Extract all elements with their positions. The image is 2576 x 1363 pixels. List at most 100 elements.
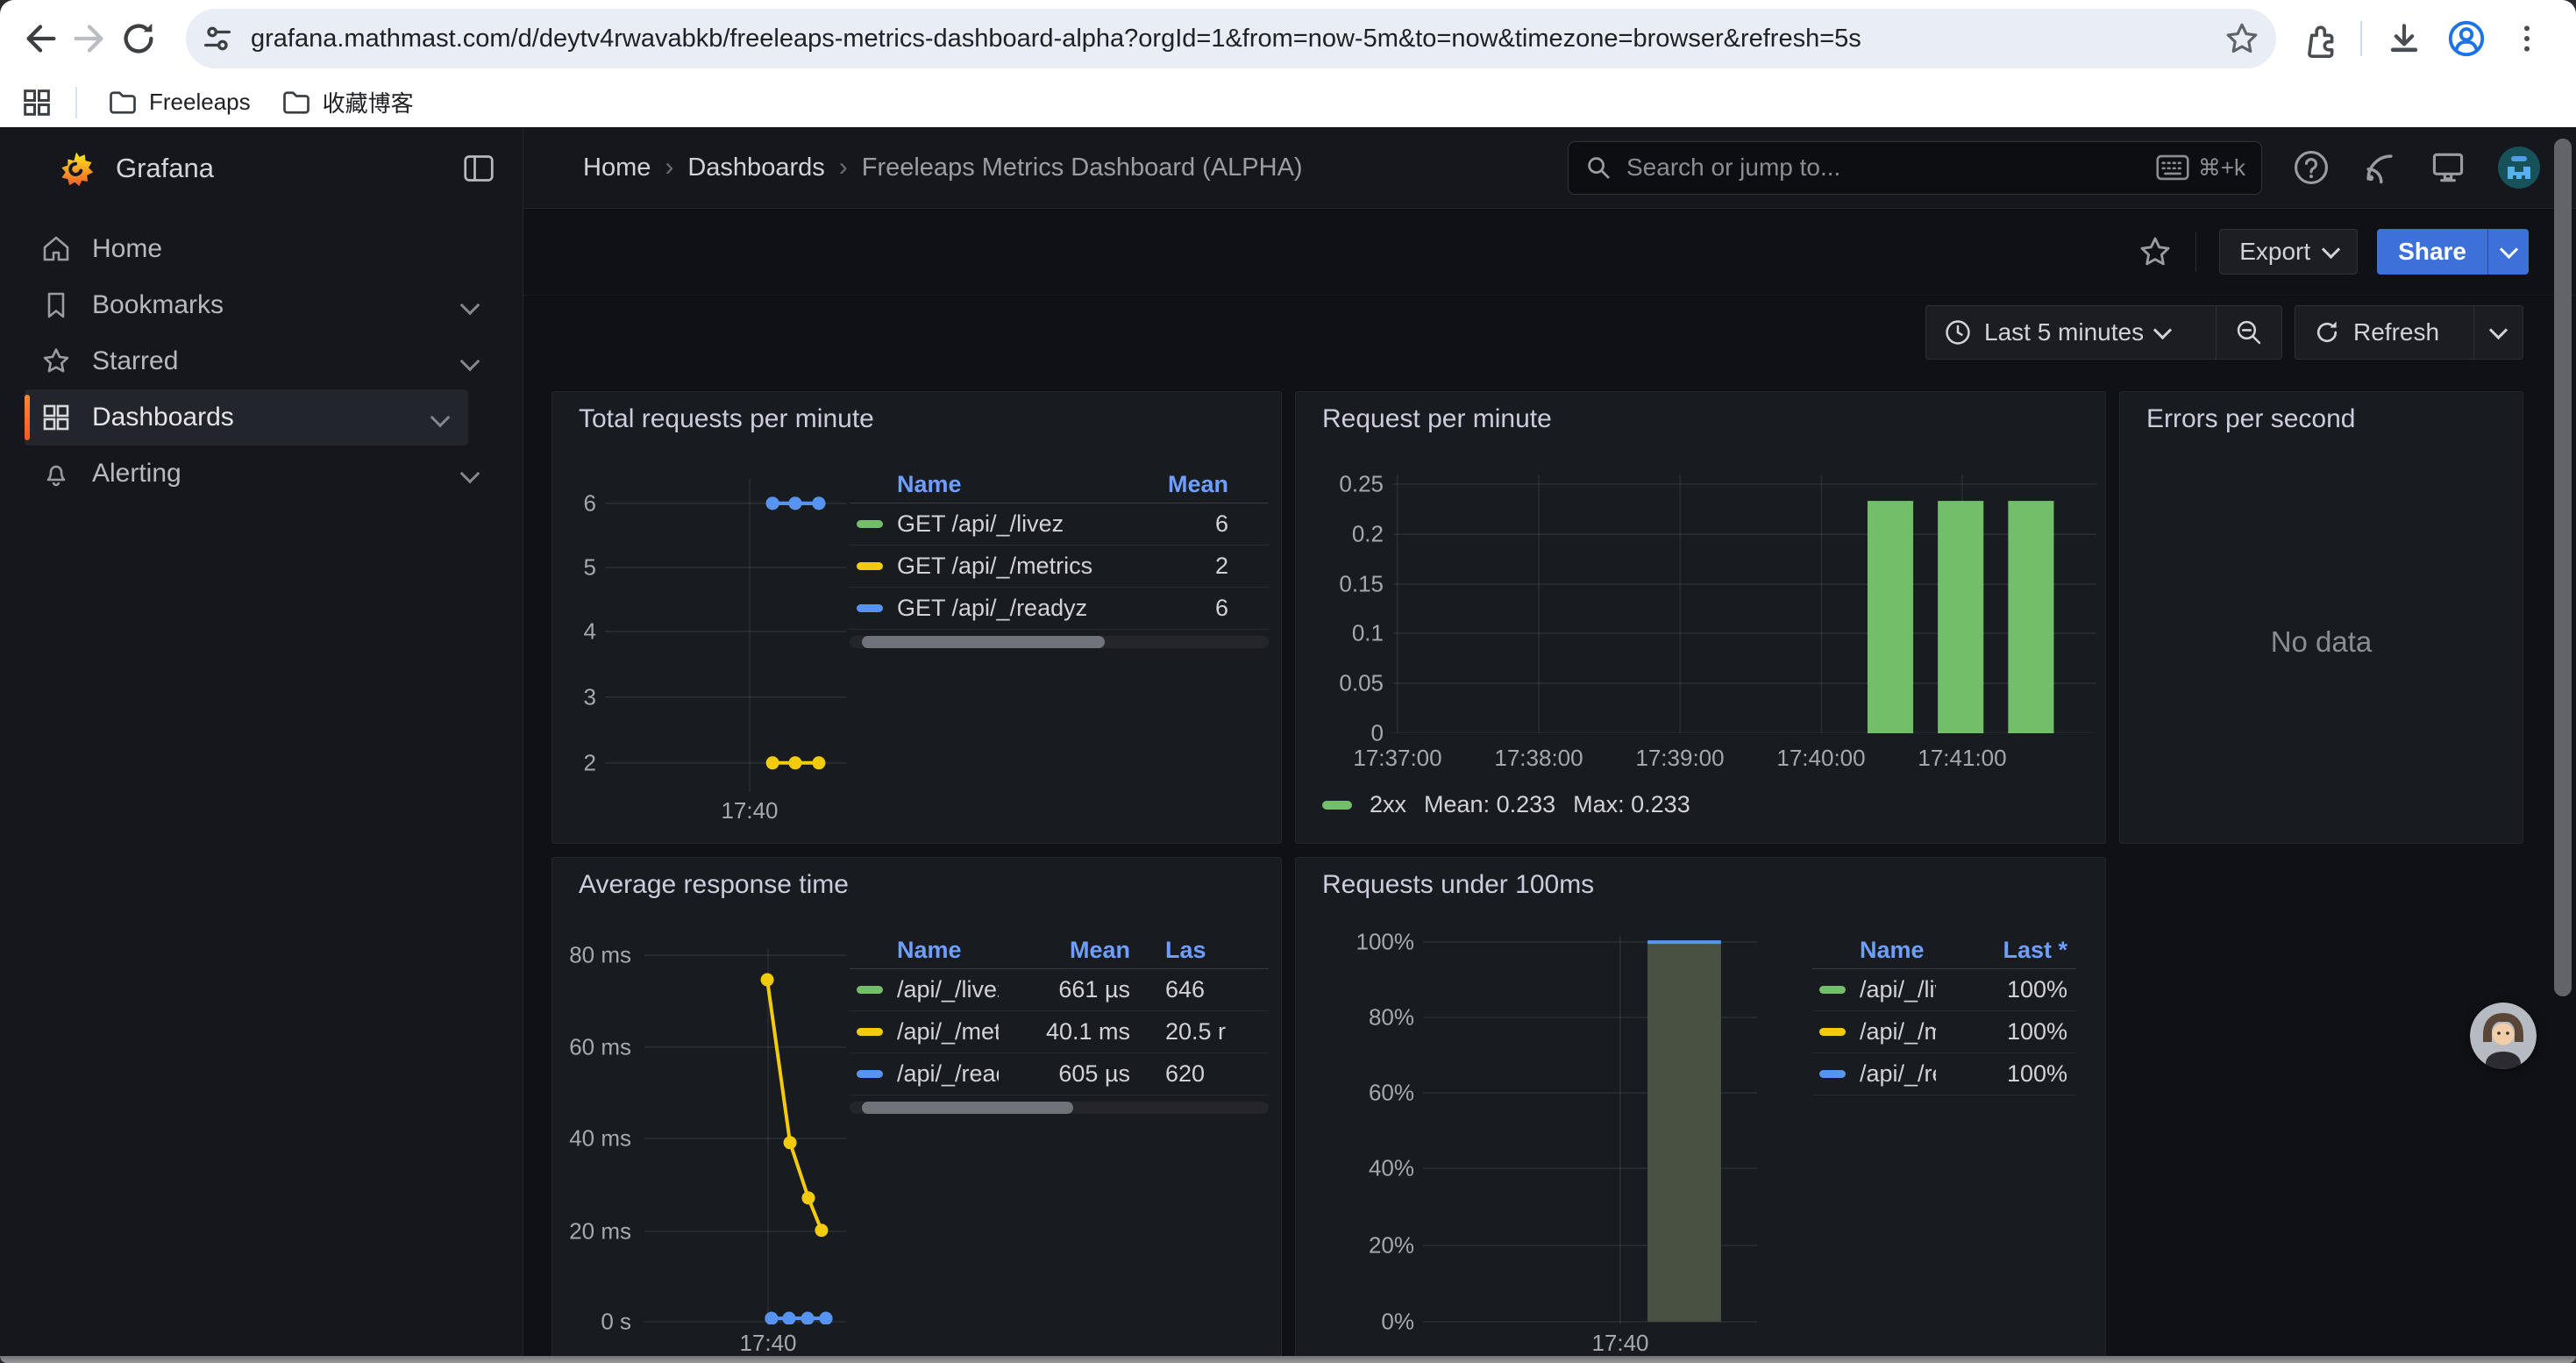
series-swatch[interactable]: [857, 1070, 883, 1078]
chevron-down-icon[interactable]: [460, 296, 480, 316]
export-button[interactable]: Export: [2219, 229, 2358, 275]
series-name[interactable]: GET /api/_/livez: [897, 510, 1109, 538]
panel-title[interactable]: Request per minute: [1322, 404, 1552, 434]
series-swatch[interactable]: [1819, 986, 1846, 994]
legend-header-last[interactable]: Last *: [1936, 937, 2076, 964]
y-tick: 0.25: [1300, 471, 1384, 498]
help-icon[interactable]: [2292, 148, 2330, 187]
sidebar-item-home[interactable]: Home: [0, 221, 523, 277]
series-swatch[interactable]: [857, 1028, 883, 1036]
time-range-button[interactable]: Last 5 minutes: [1926, 306, 2216, 359]
legend-header-last[interactable]: Las: [1139, 937, 1269, 964]
legend-scrollbar[interactable]: [850, 1102, 1269, 1114]
legend-row[interactable]: /api/_/metrics 40.1 ms 20.5 r: [850, 1011, 1269, 1053]
legend-row[interactable]: /api/_/livez 100%: [1812, 969, 2076, 1011]
apps-grid-icon[interactable]: [19, 85, 54, 120]
series-name[interactable]: /api/_/livez: [1860, 976, 1936, 1003]
panel-title[interactable]: Errors per second: [2146, 404, 2355, 434]
series-name[interactable]: /api/_/metrics: [1860, 1018, 1936, 1045]
back-button[interactable]: [16, 14, 65, 63]
dock-sidebar-button[interactable]: [463, 153, 495, 188]
scrollbar-thumb[interactable]: [862, 636, 1105, 648]
sidebar-item-dashboards[interactable]: Dashboards: [25, 389, 468, 446]
bar-chart[interactable]: [1393, 475, 2096, 733]
series-swatch[interactable]: [857, 520, 883, 528]
chevron-down-icon[interactable]: [431, 408, 451, 428]
series-name[interactable]: /api/_/metrics: [897, 1018, 999, 1045]
series-swatch[interactable]: [857, 986, 883, 994]
search-box[interactable]: ⌘+k: [1568, 141, 2262, 195]
panel-errors-per-second[interactable]: Errors per second No data: [2119, 391, 2523, 844]
legend-row[interactable]: /api/_/readyz 605 µs 620: [850, 1053, 1269, 1095]
legend-row[interactable]: /api/_/readyz 100%: [1812, 1053, 2076, 1095]
share-menu-button[interactable]: [2487, 229, 2529, 275]
legend-header-name[interactable]: Name: [850, 937, 999, 964]
series-name[interactable]: GET /api/_/readyz: [897, 595, 1109, 622]
legend-row[interactable]: GET /api/_/metrics 2: [850, 546, 1269, 588]
timeseries-chart[interactable]: [605, 479, 846, 792]
legend-row[interactable]: /api/_/metrics 100%: [1812, 1011, 2076, 1053]
sidebar-item-alerting[interactable]: Alerting: [0, 446, 523, 502]
scrollbar-thumb[interactable]: [862, 1102, 1073, 1114]
share-button[interactable]: Share: [2377, 229, 2487, 275]
legend-row[interactable]: GET /api/_/readyz 6: [850, 588, 1269, 630]
profile-icon[interactable]: [2446, 18, 2487, 59]
panel-title[interactable]: Average response time: [579, 870, 849, 900]
series-swatch[interactable]: [1819, 1028, 1846, 1036]
panel-title[interactable]: Requests under 100ms: [1322, 870, 1594, 900]
zoom-out-button[interactable]: [2217, 306, 2281, 359]
legend-row[interactable]: GET /api/_/livez 6: [850, 503, 1269, 546]
browser-menu-icon[interactable]: [2509, 19, 2544, 58]
kiosk-monitor-icon[interactable]: [2429, 148, 2467, 187]
favorite-star-icon[interactable]: [2138, 234, 2173, 269]
page-scrollbar[interactable]: [2554, 139, 2572, 996]
brand-name[interactable]: Grafana: [116, 153, 214, 184]
forward-button[interactable]: [65, 14, 114, 63]
refresh-interval-button[interactable]: [2474, 306, 2523, 359]
legend-scrollbar[interactable]: [850, 636, 1269, 648]
legend-row[interactable]: /api/_/livez 661 µs 646: [850, 969, 1269, 1011]
legend-header-name[interactable]: Name: [850, 471, 1109, 498]
grafana-logo[interactable]: [58, 150, 95, 187]
user-avatar[interactable]: [2497, 146, 2541, 189]
sidebar-item-starred[interactable]: Starred: [0, 333, 523, 389]
refresh-button[interactable]: Refresh: [2295, 306, 2473, 359]
legend-line[interactable]: 2xx Mean: 0.233 Max: 0.233: [1322, 791, 1690, 818]
address-bar[interactable]: grafana.mathmast.com/d/deytv4rwavabkb/fr…: [186, 9, 2276, 68]
downloads-icon[interactable]: [2385, 19, 2423, 58]
series-name[interactable]: /api/_/livez: [897, 976, 999, 1003]
bookmark-folder-freeleaps[interactable]: Freeleaps: [107, 87, 251, 118]
bar-chart[interactable]: [1423, 936, 1757, 1324]
legend-header-name[interactable]: Name: [1812, 937, 1936, 964]
reload-button[interactable]: [114, 14, 163, 63]
panel-average-response-time[interactable]: Average response time 80 ms 60 ms 40 ms …: [551, 857, 1282, 1363]
series-swatch[interactable]: [857, 562, 883, 570]
search-input[interactable]: [1625, 153, 2156, 182]
chevron-down-icon[interactable]: [460, 464, 480, 484]
series-swatch[interactable]: [857, 604, 883, 612]
series-name[interactable]: /api/_/readyz: [1860, 1060, 1936, 1088]
sidebar-item-bookmarks[interactable]: Bookmarks: [0, 277, 523, 333]
bookmark-folder-blogs[interactable]: 收藏博客: [281, 86, 414, 118]
legend-header-mean[interactable]: Mean: [1109, 471, 1269, 498]
news-rss-icon[interactable]: [2360, 148, 2399, 187]
site-settings-icon[interactable]: [200, 21, 235, 56]
legend-header-mean[interactable]: Mean: [999, 937, 1139, 964]
series-name[interactable]: GET /api/_/metrics: [897, 553, 1109, 580]
bookmark-star-icon[interactable]: [2224, 20, 2260, 57]
panel-request-per-minute[interactable]: Request per minute 0.25 0.2 0.15 0.1 0.0…: [1295, 391, 2106, 844]
chevron-down-icon[interactable]: [460, 352, 480, 372]
series-swatch[interactable]: [1819, 1070, 1846, 1078]
panel-title[interactable]: Total requests per minute: [579, 404, 874, 434]
breadcrumb-dashboards[interactable]: Dashboards: [687, 153, 824, 182]
series-swatch[interactable]: [1322, 801, 1352, 810]
extensions-icon[interactable]: [2299, 19, 2338, 58]
panel-requests-under-100ms[interactable]: Requests under 100ms 100% 80% 60% 40% 20…: [1295, 857, 2106, 1363]
panel-total-requests-per-minute[interactable]: Total requests per minute 6 5 4 3 2 17:4…: [551, 391, 1282, 844]
series-name[interactable]: /api/_/readyz: [897, 1060, 999, 1088]
breadcrumb-home[interactable]: Home: [583, 153, 651, 182]
timeseries-chart[interactable]: [644, 948, 846, 1324]
floating-avatar[interactable]: [2470, 1003, 2537, 1069]
url-input[interactable]: grafana.mathmast.com/d/deytv4rwavabkb/fr…: [251, 25, 2224, 54]
series-name[interactable]: 2xx: [1370, 791, 1406, 818]
